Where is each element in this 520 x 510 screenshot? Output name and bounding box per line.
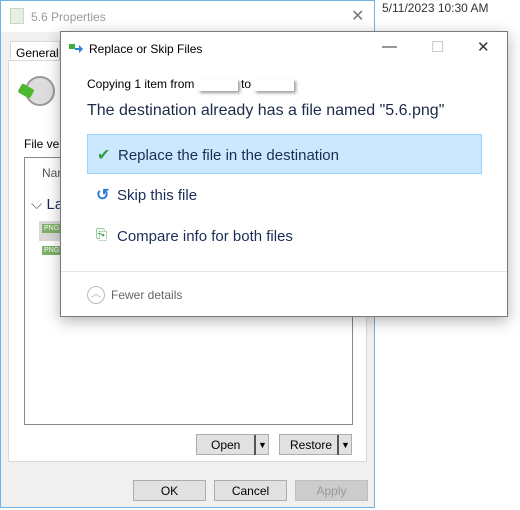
dropdown-arrow-icon[interactable]: ▼ bbox=[337, 435, 350, 455]
png-file-icon: PNG bbox=[42, 246, 62, 255]
window-title: 5.6 Properties bbox=[31, 10, 106, 24]
replace-option[interactable]: ✔ Replace the file in the destination bbox=[87, 134, 482, 174]
cancel-button[interactable]: Cancel bbox=[214, 480, 287, 501]
title-bar: 5.6 Properties ✕ bbox=[1, 1, 374, 32]
file-icon bbox=[10, 8, 24, 24]
apply-button[interactable]: Apply bbox=[295, 480, 368, 501]
destination-redacted bbox=[254, 78, 295, 91]
copying-status: Copying 1 item from to bbox=[87, 77, 295, 91]
group-header[interactable]: ⌵ La bbox=[31, 196, 63, 213]
close-icon[interactable]: ✕ bbox=[477, 38, 490, 56]
tab-general[interactable]: General bbox=[10, 41, 60, 61]
source-redacted bbox=[197, 78, 238, 91]
compare-icon: ⎘ bbox=[96, 226, 108, 242]
column-header-name[interactable]: Nar bbox=[42, 166, 61, 180]
dialog-title: Replace or Skip Files bbox=[89, 42, 203, 56]
date-modified: 5/11/2023 10:30 AM bbox=[382, 1, 489, 15]
minimize-icon[interactable]: — bbox=[382, 38, 397, 55]
replace-or-skip-dialog: Replace or Skip Files — ☐ ✕ Copying 1 it… bbox=[60, 31, 508, 317]
skip-arrow-icon: ↺ bbox=[96, 187, 110, 204]
restore-button[interactable]: Restore ▼ bbox=[279, 434, 352, 455]
compare-option[interactable]: ⎘ Compare info for both files bbox=[87, 216, 482, 256]
checkmark-icon: ✔ bbox=[97, 147, 111, 164]
restore-clock-icon bbox=[25, 76, 55, 106]
chevron-up-icon: ︿ bbox=[87, 286, 105, 304]
maximize-icon: ☐ bbox=[431, 39, 445, 56]
close-icon[interactable]: ✕ bbox=[351, 6, 364, 26]
copy-icon bbox=[69, 44, 83, 53]
ok-button[interactable]: OK bbox=[133, 480, 206, 501]
png-file-icon: PNG bbox=[42, 224, 62, 233]
skip-option[interactable]: ↺ Skip this file bbox=[87, 175, 482, 215]
chevron-down-icon: ⌵ bbox=[31, 196, 47, 213]
divider bbox=[61, 271, 507, 272]
open-button[interactable]: Open ▼ bbox=[196, 434, 269, 455]
dropdown-arrow-icon[interactable]: ▼ bbox=[254, 435, 267, 455]
conflict-message: The destination already has a file named… bbox=[87, 102, 445, 119]
fewer-details-button[interactable]: ︿ Fewer details bbox=[87, 286, 182, 304]
